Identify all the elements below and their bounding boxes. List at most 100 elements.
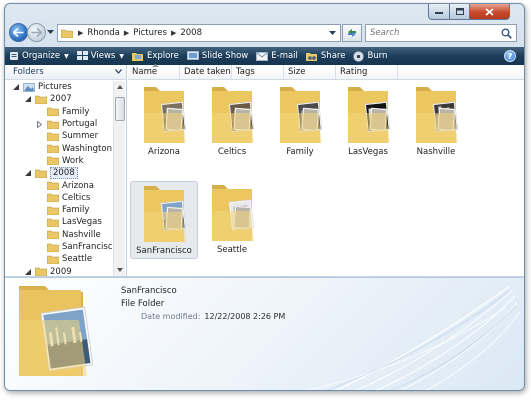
tree-item-label: Portugal bbox=[62, 119, 98, 130]
folder-item-label: LasVegas bbox=[348, 147, 388, 157]
folder-icon bbox=[212, 87, 254, 143]
date-modified-value[interactable]: 12/22/2008 2:26 PM bbox=[204, 312, 285, 321]
tree-collapsed-icon[interactable] bbox=[37, 120, 42, 128]
organize-label: Organize bbox=[22, 51, 61, 61]
minimize-button[interactable] bbox=[428, 4, 450, 20]
folder-icon bbox=[212, 185, 254, 241]
maximize-button[interactable] bbox=[450, 4, 470, 20]
tree-expanded-icon[interactable] bbox=[25, 170, 31, 177]
folder-icon bbox=[144, 87, 186, 143]
tree-item[interactable]: 2008 bbox=[5, 167, 113, 180]
organize-button[interactable]: Organize ▼ bbox=[5, 47, 73, 65]
arrow-right-icon bbox=[31, 28, 42, 37]
tree-item-label: Family bbox=[62, 205, 90, 216]
tree-item-label: Family bbox=[62, 106, 90, 117]
tree-item[interactable]: Family bbox=[5, 106, 113, 118]
tree-expanded-icon[interactable] bbox=[13, 84, 19, 91]
tree-item[interactable]: Arizona bbox=[5, 179, 113, 191]
column-size[interactable]: Size bbox=[284, 65, 336, 79]
breadcrumb-rhonda[interactable]: Rhonda bbox=[85, 28, 122, 38]
scroll-up-icon[interactable] bbox=[115, 82, 125, 92]
folder-icon bbox=[47, 132, 59, 141]
folder-icon bbox=[47, 230, 59, 240]
tree-item[interactable]: Celtics bbox=[5, 192, 113, 204]
tree-item-label: Seattle bbox=[62, 254, 93, 265]
scroll-down-icon[interactable] bbox=[115, 265, 125, 275]
tree-item[interactable]: 2009 bbox=[5, 265, 113, 276]
tree-item-label: LasVegas bbox=[62, 217, 102, 228]
folder-item-label: Seattle bbox=[216, 245, 248, 255]
explorer-window: ▶ Rhonda ▶ Pictures ▶ 2008 Organize ▼ Vi… bbox=[4, 3, 525, 391]
selected-folder-thumbnail bbox=[19, 286, 94, 376]
tree-item[interactable]: 2007 bbox=[5, 93, 113, 105]
tree-item[interactable]: Portugal bbox=[5, 118, 113, 130]
folder-icon bbox=[280, 87, 322, 143]
tree-item-label: Washington bbox=[62, 143, 112, 154]
tree-item[interactable]: Pictures bbox=[5, 81, 113, 93]
file-list-pane: Name Date taken Tags Size Rating Arizona… bbox=[128, 64, 524, 276]
caption-buttons bbox=[428, 4, 510, 20]
refresh-button[interactable] bbox=[342, 24, 362, 42]
folder-item[interactable]: Nashville bbox=[402, 83, 470, 161]
disc-icon bbox=[353, 50, 365, 62]
folder-item[interactable]: LasVegas bbox=[334, 83, 402, 161]
folder-item[interactable]: Celtics bbox=[198, 83, 266, 161]
search-icon[interactable] bbox=[501, 28, 512, 39]
tree-item[interactable]: Family bbox=[5, 204, 113, 216]
breadcrumb-separator-icon[interactable]: ▶ bbox=[122, 29, 131, 37]
help-icon: ? bbox=[507, 51, 513, 61]
sort-ascending-icon bbox=[152, 64, 160, 67]
breadcrumb-separator-icon[interactable]: ▶ bbox=[169, 29, 178, 37]
slideshow-label: Slide Show bbox=[201, 51, 249, 61]
slideshow-button[interactable]: Slide Show bbox=[183, 47, 252, 65]
chevron-down-icon[interactable] bbox=[115, 69, 122, 74]
search-box[interactable] bbox=[365, 24, 517, 42]
tree-item-label: Arizona bbox=[62, 180, 94, 191]
views-button[interactable]: Views ▼ bbox=[73, 47, 128, 65]
folder-icon bbox=[47, 255, 59, 264]
tree-item-label: 2009 bbox=[50, 266, 72, 276]
tree-item[interactable]: Summer bbox=[5, 130, 113, 142]
breadcrumb-2008[interactable]: 2008 bbox=[178, 28, 204, 38]
column-rating[interactable]: Rating bbox=[336, 65, 398, 79]
tree-expanded-icon[interactable] bbox=[25, 268, 31, 275]
help-button[interactable]: ? bbox=[504, 50, 516, 62]
explore-button[interactable]: Explore bbox=[128, 47, 183, 65]
tree-item[interactable]: Seattle bbox=[5, 253, 113, 265]
folder-item[interactable]: Arizona bbox=[130, 83, 198, 161]
close-button[interactable] bbox=[470, 4, 510, 20]
folders-scrollbar[interactable] bbox=[113, 81, 125, 276]
folder-icon bbox=[35, 267, 47, 276]
address-bar[interactable]: ▶ Rhonda ▶ Pictures ▶ 2008 bbox=[57, 24, 341, 42]
search-input[interactable] bbox=[370, 28, 498, 38]
folder-icon bbox=[35, 169, 47, 178]
folder-item[interactable]: SanFrancisco bbox=[130, 181, 198, 259]
email-button[interactable]: E-mail bbox=[252, 47, 302, 65]
folder-icon bbox=[47, 144, 59, 154]
content-area: Folders Pictures 2007 Family Portugal Summer… bbox=[5, 64, 524, 276]
folders-header[interactable]: Folders bbox=[5, 65, 126, 80]
folder-item[interactable]: Seattle bbox=[198, 181, 266, 259]
breadcrumb-separator-icon[interactable]: ▶ bbox=[76, 29, 85, 37]
back-button[interactable] bbox=[9, 23, 28, 42]
tree-item[interactable]: Work bbox=[5, 155, 113, 167]
scrollbar-thumb[interactable] bbox=[115, 97, 125, 121]
views-icon bbox=[76, 51, 88, 61]
tree-item[interactable]: SanFrancisco bbox=[5, 241, 113, 253]
folder-item[interactable]: Family bbox=[266, 83, 334, 161]
forward-button[interactable] bbox=[27, 23, 46, 42]
column-date-taken[interactable]: Date taken bbox=[180, 65, 232, 79]
breadcrumb-pictures[interactable]: Pictures bbox=[131, 28, 169, 38]
tree-expanded-icon[interactable] bbox=[25, 96, 31, 103]
column-name[interactable]: Name bbox=[128, 64, 180, 79]
column-tags[interactable]: Tags bbox=[232, 65, 284, 79]
share-button[interactable]: Share bbox=[302, 47, 350, 65]
address-history-chevron-icon[interactable] bbox=[329, 31, 336, 35]
burn-button[interactable]: Burn bbox=[349, 47, 391, 65]
date-modified-label: Date modified: bbox=[141, 312, 201, 321]
tree-item[interactable]: LasVegas bbox=[5, 216, 113, 228]
tree-item[interactable]: Washington bbox=[5, 142, 113, 154]
recent-pages-chevron-icon[interactable] bbox=[47, 30, 54, 34]
folder-icon bbox=[144, 186, 186, 242]
tree-item[interactable]: Nashville bbox=[5, 229, 113, 241]
